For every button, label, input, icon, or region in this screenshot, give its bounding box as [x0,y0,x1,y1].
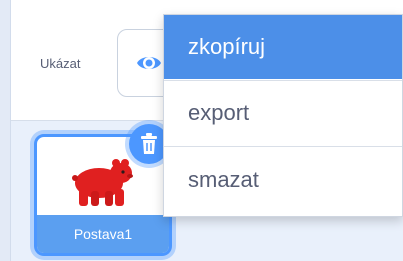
sprite-name-bar: Postava1 [37,215,169,253]
sprite-pane: Ukázat Postava1 zkopíruj export smazat [0,0,403,261]
context-menu: zkopíruj export smazat [163,14,403,217]
show-label: Ukázat [40,56,81,71]
menu-item-duplicate[interactable]: zkopíruj [164,15,402,79]
menu-item-delete[interactable]: smazat [164,148,402,212]
eye-icon [137,57,161,69]
menu-divider [164,146,402,147]
trash-icon [141,133,157,154]
stage-edge [0,0,11,261]
menu-item-export[interactable]: export [164,81,402,145]
bear-costume-icon [72,159,133,206]
sprite-name: Postava1 [73,226,133,242]
